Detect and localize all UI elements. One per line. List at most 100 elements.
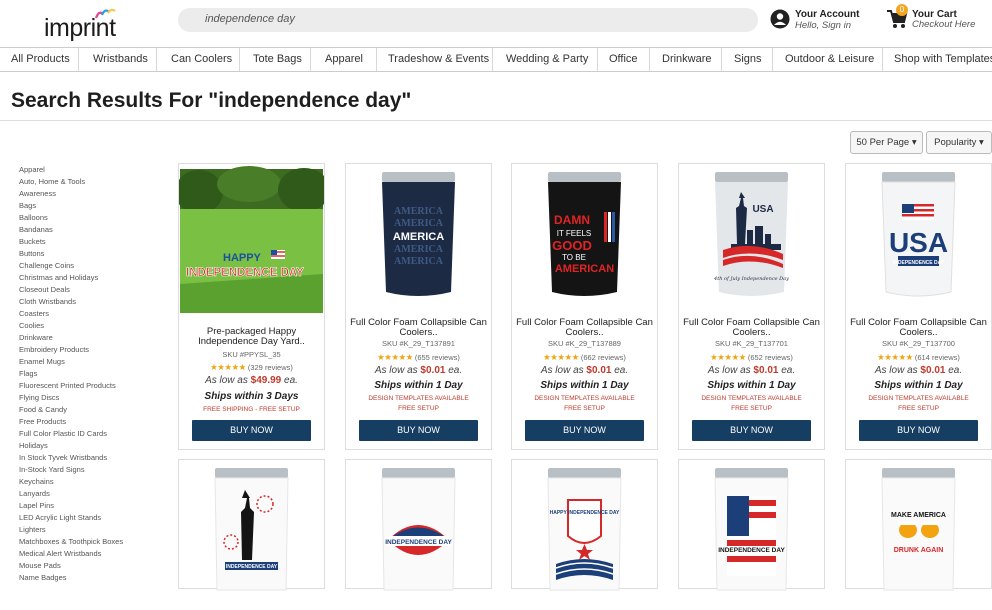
category-link[interactable]: Food & Candy	[19, 405, 67, 414]
can-art-text: IT FEELS	[557, 229, 592, 238]
product-card[interactable]: USA INDEPENDENCE DAY Full Color Foam Col…	[845, 163, 992, 450]
price-value: $0.01	[586, 365, 612, 376]
search-input[interactable]: independence day	[205, 13, 295, 25]
product-name[interactable]: Pre-packaged Happy Independence Day Yard…	[183, 327, 320, 347]
imprint-logo[interactable]: imprint	[44, 8, 134, 42]
account-subtitle: Hello, Sign in	[795, 20, 851, 31]
category-link[interactable]: Keychains	[19, 477, 54, 486]
product-name[interactable]: Full Color Foam Collapsible Can Coolers.…	[350, 318, 487, 338]
account-title: Your Account	[795, 9, 860, 20]
cart-link[interactable]: 0 Your Cart Checkout Here	[886, 4, 986, 34]
category-link[interactable]: Bags	[19, 201, 36, 210]
buy-now-button[interactable]: BUY NOW	[525, 420, 644, 441]
category-link[interactable]: Free Products	[19, 417, 66, 426]
category-link[interactable]: Medical Alert Wristbands	[19, 549, 101, 558]
category-link[interactable]: Coolies	[19, 321, 44, 330]
category-link[interactable]: Challenge Coins	[19, 261, 74, 270]
product-name[interactable]: Full Color Foam Collapsible Can Coolers.…	[683, 318, 820, 338]
product-image[interactable]: INDEPENDENCE DAY	[679, 460, 824, 610]
category-link[interactable]: Bandanas	[19, 225, 53, 234]
category-link[interactable]: Mouse Pads	[19, 561, 61, 570]
nav-office[interactable]: Office	[609, 53, 638, 65]
sort-order-dropdown[interactable]: Popularity ▾	[926, 131, 992, 154]
category-link[interactable]: Lighters	[19, 525, 46, 534]
category-link[interactable]: Drinkware	[19, 333, 53, 342]
nav-tradeshow-events[interactable]: Tradeshow & Events	[388, 53, 489, 65]
buy-now-button[interactable]: BUY NOW	[859, 420, 978, 441]
category-link[interactable]: Apparel	[19, 165, 45, 174]
product-card[interactable]: INDEPENDENCE DAY	[345, 459, 492, 591]
category-link[interactable]: Buttons	[19, 249, 44, 258]
nav-outdoor-leisure[interactable]: Outdoor & Leisure	[785, 53, 874, 65]
category-link[interactable]: Lapel Pins	[19, 501, 54, 510]
product-price: As low as $0.01 ea.	[512, 365, 657, 376]
nav-wristbands[interactable]: Wristbands	[93, 53, 148, 65]
nav-all-products[interactable]: All Products	[11, 53, 70, 65]
category-link[interactable]: Name Badges	[19, 573, 67, 582]
category-link[interactable]: In Stock Tyvek Wristbands	[19, 453, 107, 462]
can-art-text: HAPPY INDEPENDENCE DAY	[550, 510, 620, 516]
category-link[interactable]: LED Acrylic Light Stands	[19, 513, 101, 522]
shipping-note: FREE SETUP	[898, 405, 939, 412]
nav-tote-bags[interactable]: Tote Bags	[253, 53, 302, 65]
product-card[interactable]: MAKE AMERICA DRUNK AGAIN	[845, 459, 992, 591]
nav-wedding-party[interactable]: Wedding & Party	[506, 53, 588, 65]
product-rating: ★★★★★ (329 reviews)	[179, 362, 324, 373]
product-image[interactable]: MAKE AMERICA DRUNK AGAIN	[846, 460, 991, 610]
review-count: (655 reviews)	[414, 353, 460, 362]
product-name[interactable]: Full Color Foam Collapsible Can Coolers.…	[516, 318, 653, 338]
product-image[interactable]: AMERICA AMERICA AMERICA AMERICA AMERICA	[346, 164, 491, 314]
category-link[interactable]: Full Color Plastic ID Cards	[19, 429, 107, 438]
product-image[interactable]: HAPPY INDEPENDENCE DAY	[512, 460, 657, 610]
buy-now-button[interactable]: BUY NOW	[192, 420, 311, 441]
product-name[interactable]: Full Color Foam Collapsible Can Coolers.…	[850, 318, 987, 338]
nav-apparel[interactable]: Apparel	[325, 53, 363, 65]
buy-now-button[interactable]: BUY NOW	[692, 420, 811, 441]
product-image[interactable]: DAMN IT FEELS GOOD TO BE AMERICAN	[512, 164, 657, 314]
product-image[interactable]: INDEPENDENCE DAY	[346, 460, 491, 610]
category-link[interactable]: Cloth Wristbands	[19, 297, 76, 306]
buy-now-button[interactable]: BUY NOW	[359, 420, 478, 441]
product-image[interactable]: INDEPENDENCE DAY	[179, 460, 324, 610]
category-link[interactable]: Enamel Mugs	[19, 357, 65, 366]
category-link[interactable]: Auto, Home & Tools	[19, 177, 85, 186]
category-link[interactable]: In-Stock Yard Signs	[19, 465, 85, 474]
category-link[interactable]: Embroidery Products	[19, 345, 89, 354]
category-link[interactable]: Awareness	[19, 189, 56, 198]
category-link[interactable]: Balloons	[19, 213, 48, 222]
category-link[interactable]: Matchboxes & Toothpick Boxes	[19, 537, 123, 546]
nav-shop-with-templates[interactable]: Shop with Templates	[894, 53, 992, 65]
nav-can-coolers[interactable]: Can Coolers	[171, 53, 232, 65]
category-link[interactable]: Buckets	[19, 237, 46, 246]
review-count: (329 reviews)	[247, 363, 293, 372]
nav-signs[interactable]: Signs	[734, 53, 762, 65]
nav-drinkware[interactable]: Drinkware	[662, 53, 712, 65]
search-bar[interactable]: independence day	[178, 8, 758, 32]
product-card[interactable]: INDEPENDENCE DAY	[678, 459, 825, 591]
category-link[interactable]: Flying Discs	[19, 393, 59, 402]
category-link[interactable]: Flags	[19, 369, 37, 378]
category-link[interactable]: Coasters	[19, 309, 49, 318]
product-card[interactable]: AMERICA AMERICA AMERICA AMERICA AMERICA …	[345, 163, 492, 450]
category-link[interactable]: Lanyards	[19, 489, 50, 498]
star-rating-icon: ★★★★★	[210, 362, 246, 372]
product-card[interactable]: HAPPY INDEPENDENCE DAY	[511, 459, 658, 591]
product-image[interactable]: HAPPY INDEPENDENCE DAY	[179, 164, 324, 314]
product-card[interactable]: USA 4th of July Independence Day Full Co…	[678, 163, 825, 450]
product-image[interactable]: USA INDEPENDENCE DAY	[846, 164, 991, 314]
category-link[interactable]: Holidays	[19, 441, 48, 450]
per-page-dropdown[interactable]: 50 Per Page ▾	[850, 131, 923, 154]
shipping-time: Ships within 1 Day	[374, 380, 463, 391]
product-card[interactable]: INDEPENDENCE DAY	[178, 459, 325, 591]
product-card[interactable]: DAMN IT FEELS GOOD TO BE AMERICAN Full C…	[511, 163, 658, 450]
category-link[interactable]: Christmas and Holidays	[19, 273, 98, 282]
product-sku: SKU #K_29_T137700	[882, 339, 955, 348]
category-link[interactable]: Closeout Deals	[19, 285, 70, 294]
price-suffix: ea.	[778, 365, 796, 376]
price-prefix: As low as	[874, 365, 921, 376]
category-link[interactable]: Fluorescent Printed Products	[19, 381, 116, 390]
nav-divider	[310, 48, 311, 71]
product-image[interactable]: USA 4th of July Independence Day	[679, 164, 824, 314]
product-card[interactable]: HAPPY INDEPENDENCE DAY Pre-packaged Happ…	[178, 163, 325, 450]
account-link[interactable]: Your Account Hello, Sign in	[770, 8, 870, 34]
